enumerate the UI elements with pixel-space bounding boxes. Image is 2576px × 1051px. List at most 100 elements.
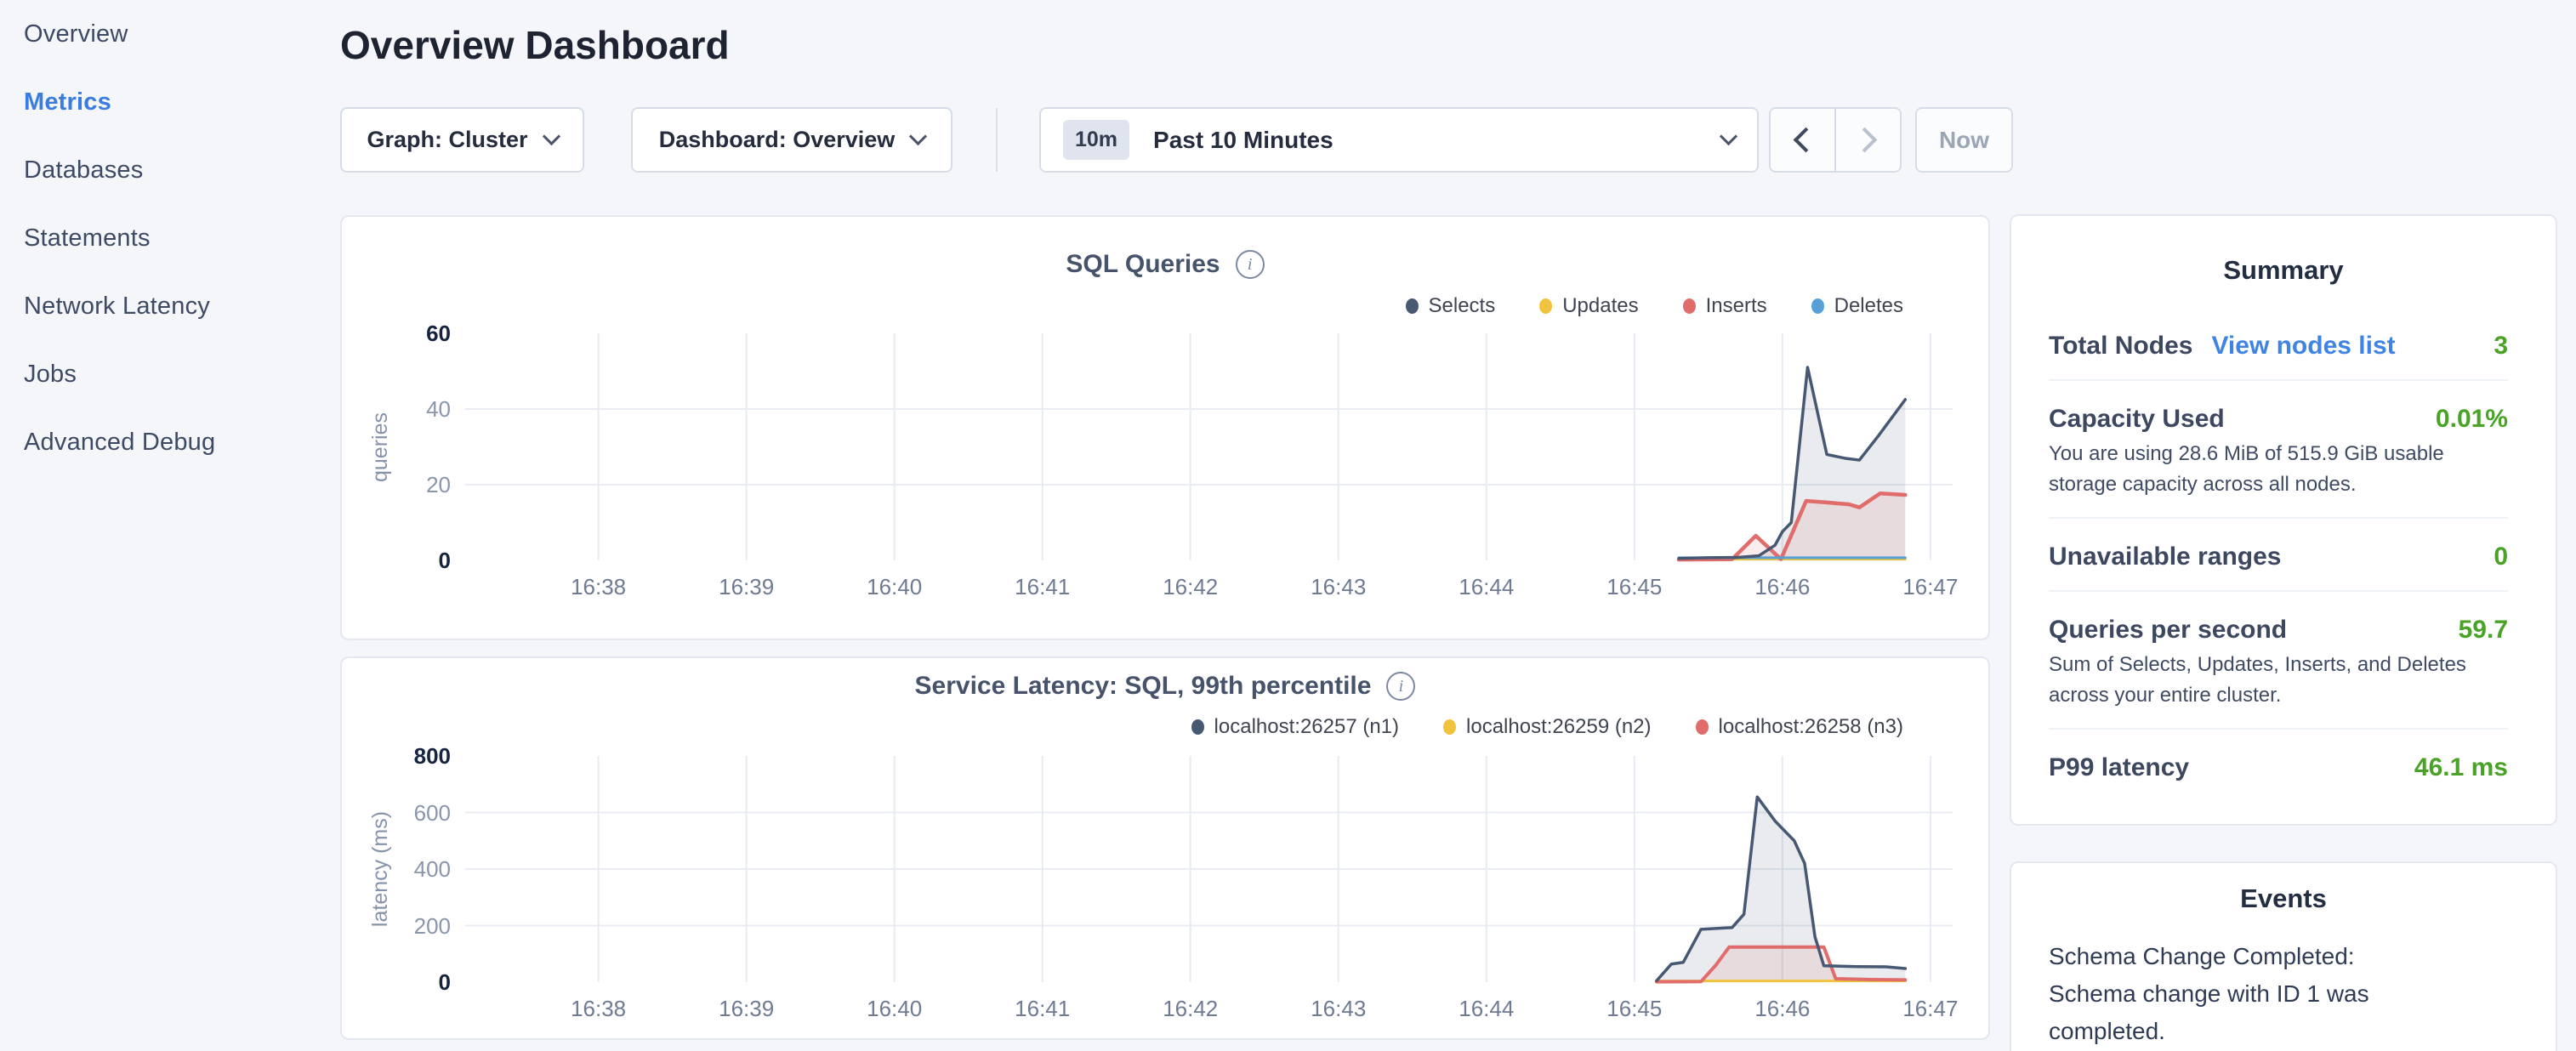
app-root: OverviewMetricsDatabasesStatementsNetwor… — [0, 0, 2576, 1051]
chart-title: SQL Queries — [1066, 249, 1220, 280]
x-axis-tick-label: 16:44 — [1427, 572, 1546, 601]
x-axis-tick-label: 16:47 — [1871, 572, 1990, 601]
sidebar-item-network-latency[interactable]: Network Latency — [0, 272, 332, 340]
y-axis-label: latency (ms) — [367, 741, 393, 997]
sql-queries-chart-card: SQL Queries i Selects Updates Inserts Deletes… — [340, 215, 1990, 640]
legend-item[interactable]: localhost:26259 (n2) — [1443, 715, 1651, 739]
sidebar-item-jobs[interactable]: Jobs — [0, 340, 332, 408]
time-range-badge: 10m — [1063, 120, 1129, 160]
legend-dot-icon — [1683, 298, 1696, 314]
x-axis-tick-label: 16:41 — [983, 994, 1102, 1023]
x-axis-tick-label: 16:39 — [687, 572, 806, 601]
x-axis-tick-label: 16:39 — [687, 994, 806, 1023]
legend-label: localhost:26258 (n3) — [1719, 715, 1903, 739]
summary-row: Unavailable ranges0 — [2049, 517, 2508, 590]
legend-label: Selects — [1429, 294, 1496, 318]
chart-title-row: SQL Queries i — [342, 249, 1988, 280]
time-step-buttons — [1769, 107, 1902, 173]
chevron-down-icon — [1720, 128, 1737, 145]
summary-row-label: Total Nodes — [2049, 330, 2192, 362]
chart-legend: Selects Updates Inserts Deletes — [1406, 292, 1904, 321]
summary-row-value: 46.1 ms — [2414, 752, 2508, 784]
time-range-label: Past 10 Minutes — [1153, 127, 1722, 154]
summary-title: Summary — [2011, 255, 2556, 286]
legend-label: localhost:26259 (n2) — [1466, 715, 1651, 739]
y-axis-label: queries — [367, 320, 393, 575]
x-axis-tick-label: 16:40 — [835, 572, 954, 601]
summary-row-label: Unavailable ranges — [2049, 541, 2281, 573]
service-latency-chart-card: Service Latency: SQL, 99th percentile i lo… — [340, 656, 1990, 1040]
sidebar-item-statements[interactable]: Statements — [0, 204, 332, 272]
legend-item[interactable]: Inserts — [1683, 294, 1767, 318]
x-axis-tick-label: 16:43 — [1279, 994, 1398, 1023]
prev-time-button[interactable] — [1771, 109, 1834, 171]
dashboard-dropdown[interactable]: Dashboard: Overview — [631, 107, 952, 173]
x-axis-tick-label: 16:46 — [1723, 994, 1842, 1023]
dashboard-dropdown-label: Dashboard: Overview — [659, 127, 896, 153]
legend-label: Inserts — [1706, 294, 1767, 318]
graph-dropdown[interactable]: Graph: Cluster — [340, 107, 584, 173]
summary-row-label: P99 latency — [2049, 752, 2189, 784]
controls-divider — [996, 108, 998, 172]
legend-item[interactable]: localhost:26258 (n3) — [1696, 715, 1903, 739]
chart-title-row: Service Latency: SQL, 99th percentile i — [342, 671, 1988, 702]
legend-item[interactable]: Selects — [1406, 294, 1496, 318]
summary-row: P99 latency 46.1 ms — [2049, 728, 2508, 801]
chevron-left-icon — [1794, 128, 1819, 153]
legend-dot-icon — [1191, 719, 1204, 735]
graph-dropdown-label: Graph: Cluster — [367, 127, 527, 153]
summary-row-description: Sum of Selects, Updates, Inserts, and De… — [2049, 650, 2508, 711]
chevron-right-icon — [1852, 128, 1878, 153]
legend-item[interactable]: Updates — [1539, 294, 1638, 318]
legend-label: localhost:26257 (n1) — [1214, 715, 1399, 739]
summary-row-value: 0.01% — [2436, 403, 2508, 435]
view-nodes-link[interactable]: View nodes list — [2211, 330, 2395, 362]
legend-item[interactable]: localhost:26257 (n1) — [1191, 715, 1399, 739]
info-icon[interactable]: i — [1236, 250, 1265, 279]
events-list: Schema Change Completed: Schema change w… — [2011, 938, 2556, 1051]
summary-row: Capacity Used 0.01% You are using 28.6 MiB… — [2049, 379, 2508, 517]
events-title: Events — [2011, 883, 2556, 914]
x-axis-tick-label: 16:42 — [1131, 994, 1250, 1023]
legend-dot-icon — [1406, 298, 1419, 314]
time-window-select[interactable]: 10m Past 10 Minutes — [1039, 107, 1759, 173]
x-axis-tick-label: 16:38 — [539, 572, 658, 601]
summary-panel: Summary Total Nodes View nodes list 3 Capac… — [2010, 214, 2557, 826]
sidebar: OverviewMetricsDatabasesStatementsNetwor… — [0, 0, 332, 1051]
sidebar-item-advanced-debug[interactable]: Advanced Debug — [0, 408, 332, 476]
events-panel: Events Schema Change Completed: Schema c… — [2010, 861, 2557, 1051]
summary-row-value: 59.7 — [2459, 614, 2508, 646]
legend-label: Updates — [1562, 294, 1638, 318]
summary-row-description: You are using 28.6 MiB of 515.9 GiB usab… — [2049, 439, 2508, 500]
now-button[interactable]: Now — [1915, 107, 2013, 173]
chart-plot[interactable] — [465, 756, 1953, 982]
x-axis-tick-label: 16:46 — [1723, 572, 1842, 601]
legend-dot-icon — [1443, 719, 1456, 735]
x-axis-tick-label: 16:40 — [835, 994, 954, 1023]
x-axis-tick-label: 16:45 — [1575, 994, 1694, 1023]
event-text: Schema Change Completed: Schema change w… — [2049, 938, 2448, 1050]
chart-legend: localhost:26257 (n1) localhost:26259 (n2)… — [1191, 713, 1903, 741]
x-axis-tick-label: 16:45 — [1575, 572, 1694, 601]
next-time-button[interactable] — [1834, 109, 1900, 171]
x-axis-tick-label: 16:38 — [539, 994, 658, 1023]
chart-title: Service Latency: SQL, 99th percentile — [915, 671, 1372, 702]
now-button-label: Now — [1939, 127, 1989, 154]
sidebar-item-databases[interactable]: Databases — [0, 136, 332, 204]
summary-row-value: 3 — [2494, 330, 2508, 362]
chevron-down-icon — [909, 128, 927, 145]
chart-plot[interactable] — [465, 333, 1953, 560]
x-axis-tick-label: 16:43 — [1279, 572, 1398, 601]
summary-row-label: Capacity Used — [2049, 403, 2225, 435]
sidebar-item-metrics[interactable]: Metrics — [0, 68, 332, 136]
legend-label: Deletes — [1834, 294, 1903, 318]
sidebar-item-overview[interactable]: Overview — [0, 0, 332, 68]
chevron-down-icon — [542, 128, 560, 145]
legend-item[interactable]: Deletes — [1811, 294, 1903, 318]
legend-dot-icon — [1696, 719, 1709, 735]
summary-rows: Total Nodes View nodes list 3 Capacity Used… — [2049, 308, 2508, 801]
page-title: Overview Dashboard — [340, 22, 730, 68]
summary-row: Total Nodes View nodes list 3 — [2049, 308, 2508, 379]
legend-dot-icon — [1811, 298, 1824, 314]
info-icon[interactable]: i — [1386, 672, 1415, 701]
